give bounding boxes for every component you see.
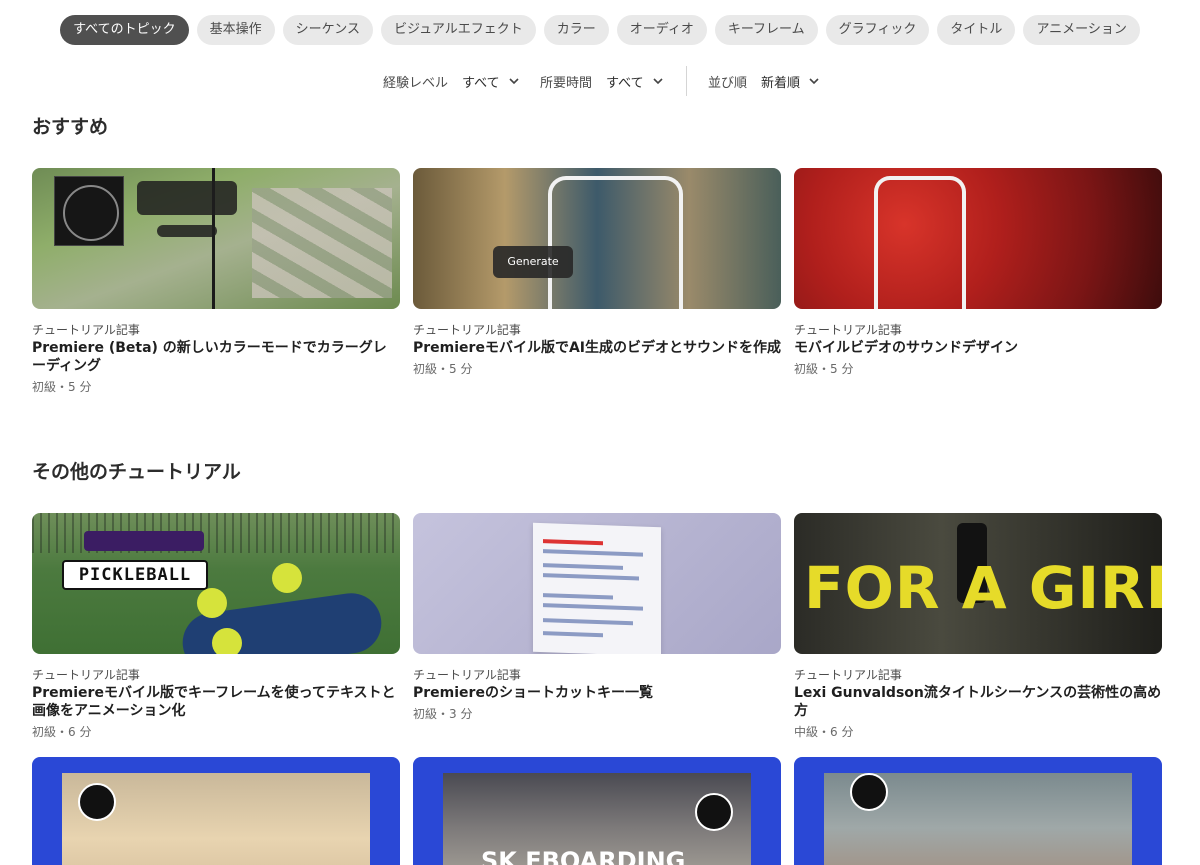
tutorial-card-partial[interactable]: SK EBOARDING	[413, 757, 781, 865]
duration-value: すべて	[606, 75, 644, 91]
chevron-down-icon	[809, 78, 819, 85]
chip-color[interactable]: カラー	[543, 15, 609, 45]
chip-animation[interactable]: アニメーション	[1023, 15, 1140, 45]
section-title-recommended: おすすめ	[32, 116, 109, 138]
chip-audio[interactable]: オーディオ	[616, 15, 707, 45]
tutorial-card-color-grading[interactable]: チュートリアル記事 Premiere (Beta) の新しいカラーモードでカラー…	[32, 168, 400, 395]
card-category: チュートリアル記事	[413, 323, 521, 337]
card-category: チュートリアル記事	[32, 323, 140, 337]
card-meta: 初級・6 分	[32, 725, 92, 739]
chevron-down-icon	[653, 78, 663, 85]
crop-icon	[850, 773, 888, 811]
duration-label: 所要時間	[540, 75, 593, 91]
card-title[interactable]: Premiereモバイル版でAI生成のビデオとサウンドを作成	[413, 339, 781, 357]
tutorial-card-partial[interactable]	[794, 757, 1162, 865]
card-title[interactable]: Lexi Gunvaldson流タイトルシーケンスの芸術性の高め方	[794, 684, 1162, 720]
sort-label: 並び順	[708, 75, 748, 91]
card-title[interactable]: Premiereのショートカットキー一覧	[413, 684, 781, 702]
pickleball-overlay-text: PICKLEBALL	[62, 560, 208, 590]
duration-dropdown[interactable]: 所要時間 すべて	[540, 66, 664, 96]
card-thumbnail	[32, 757, 400, 865]
card-thumbnail: FOR A GIRL	[794, 513, 1162, 654]
tutorial-card-ai-generate[interactable]: Generate チュートリアル記事 Premiereモバイル版でAI生成のビデ…	[413, 168, 781, 377]
crop-icon	[695, 793, 733, 831]
card-meta: 初級・5 分	[32, 380, 92, 394]
chip-graphics[interactable]: グラフィック	[825, 15, 930, 45]
filter-divider	[686, 66, 687, 96]
chip-visual-effects[interactable]: ビジュアルエフェクト	[381, 15, 536, 45]
experience-level-label: 経験レベル	[383, 75, 449, 91]
card-thumbnail	[32, 168, 400, 309]
card-meta: 初級・3 分	[413, 707, 473, 721]
chip-titles[interactable]: タイトル	[937, 15, 1016, 45]
experience-level-dropdown[interactable]: 経験レベル すべて	[383, 66, 520, 96]
chip-sequence[interactable]: シーケンス	[282, 15, 374, 45]
chevron-down-icon	[509, 78, 519, 85]
crop-icon	[78, 783, 116, 821]
experience-level-value: すべて	[462, 75, 500, 91]
card-category: チュートリアル記事	[794, 668, 902, 682]
tutorial-card-sound-design[interactable]: チュートリアル記事 モバイルビデオのサウンドデザイン 初級・5 分	[794, 168, 1162, 377]
card-category: チュートリアル記事	[32, 668, 140, 682]
card-thumbnail	[794, 168, 1162, 309]
card-thumbnail: Generate	[413, 168, 781, 309]
filter-row: 経験レベル すべて 所要時間 すべて 並び順 新着順	[0, 66, 1200, 96]
sort-dropdown[interactable]: 並び順 新着順	[708, 66, 820, 96]
card-title[interactable]: Premiere (Beta) の新しいカラーモードでカラーグレーディング	[32, 339, 400, 375]
card-thumbnail: SK EBOARDING	[413, 757, 781, 865]
sort-value: 新着順	[761, 75, 801, 91]
tutorial-card-title-sequence[interactable]: FOR A GIRL チュートリアル記事 Lexi Gunvaldson流タイト…	[794, 513, 1162, 740]
card-category: チュートリアル記事	[794, 323, 902, 337]
generate-badge: Generate	[493, 246, 573, 278]
for-a-girl-overlay-text: FOR A GIRL	[804, 554, 1162, 622]
card-thumbnail	[794, 757, 1162, 865]
chip-basics[interactable]: 基本操作	[196, 15, 275, 45]
card-title[interactable]: モバイルビデオのサウンドデザイン	[794, 339, 1162, 357]
card-category: チュートリアル記事	[413, 668, 521, 682]
card-meta: 中級・6 分	[794, 725, 854, 739]
topic-filter-bar: すべてのトピック 基本操作 シーケンス ビジュアルエフェクト カラー オーディオ…	[0, 15, 1200, 45]
chip-keyframes[interactable]: キーフレーム	[714, 15, 818, 45]
card-title[interactable]: Premiereモバイル版でキーフレームを使ってテキストと画像をアニメーション化	[32, 684, 400, 720]
tutorial-card-shortcuts[interactable]: チュートリアル記事 Premiereのショートカットキー一覧 初級・3 分	[413, 513, 781, 722]
card-meta: 初級・5 分	[413, 362, 473, 376]
card-meta: 初級・5 分	[794, 362, 854, 376]
card-thumbnail	[413, 513, 781, 654]
skateboarding-overlay-text: SK EBOARDING	[481, 847, 686, 865]
tutorial-card-partial[interactable]	[32, 757, 400, 865]
tutorial-card-keyframes[interactable]: PICKLEBALL チュートリアル記事 Premiereモバイル版でキーフレー…	[32, 513, 400, 740]
card-thumbnail: PICKLEBALL	[32, 513, 400, 654]
section-title-other-tutorials: その他のチュートリアル	[32, 461, 241, 483]
chip-all-topics[interactable]: すべてのトピック	[60, 15, 189, 45]
